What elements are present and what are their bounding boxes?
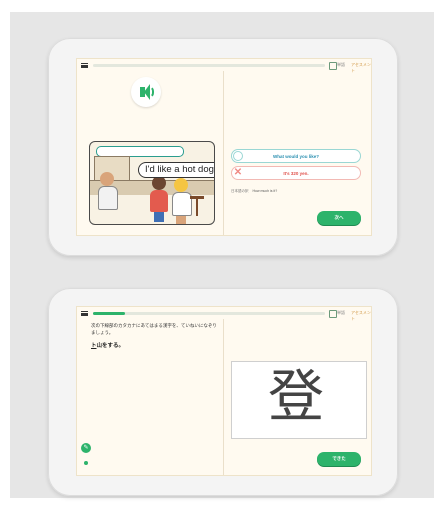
progress-bar bbox=[93, 312, 325, 315]
pencil-icon[interactable]: ✎ bbox=[81, 443, 91, 453]
color-dot-icon[interactable] bbox=[84, 461, 88, 465]
menu-icon[interactable] bbox=[81, 311, 88, 316]
pane-divider bbox=[223, 71, 224, 235]
sentence-rest: 山をする。 bbox=[96, 343, 125, 349]
translation-label: 日本語の訳 bbox=[231, 189, 249, 193]
option-wrong-label: It's 320 yen. bbox=[283, 171, 309, 176]
hint-label[interactable]: 単語 bbox=[337, 310, 345, 316]
scene-illustration: I'd like a hot dog. bbox=[89, 141, 215, 225]
hint-link[interactable]: アセスメント bbox=[351, 310, 371, 322]
tablet-kanji-lesson: 単語 アセスメント 次の下線部のカタカナにあてはまる漢字を、ていねいになぞりまし… bbox=[48, 288, 398, 496]
progress-bar bbox=[93, 64, 325, 67]
translation-text: How much is it? bbox=[252, 189, 278, 193]
hint-label[interactable]: 単語 bbox=[337, 62, 345, 68]
kanji-screen: 単語 アセスメント 次の下線部のカタカナにあてはまる漢字を、ていねいになぞりまし… bbox=[76, 306, 372, 476]
wrong-x-icon: ✕ bbox=[233, 167, 243, 178]
customer-boy-figure bbox=[150, 176, 168, 222]
question-text: 次の下線部のカタカナにあてはまる漢字を、ていねいになぞりましょう。 bbox=[91, 323, 217, 335]
option-wrong[interactable]: ✕ It's 320 yen. bbox=[231, 166, 361, 180]
correct-circle-icon bbox=[233, 151, 243, 161]
stool bbox=[190, 196, 204, 219]
speech-bubble: I'd like a hot dog. bbox=[138, 162, 214, 178]
speaker-icon bbox=[140, 84, 150, 100]
clerk-figure bbox=[98, 172, 118, 210]
top-bar: 単語 アセスメント bbox=[77, 59, 371, 74]
translation: 日本語の訳 How much is it? bbox=[231, 189, 277, 194]
menu-icon[interactable] bbox=[81, 63, 88, 68]
writing-canvas[interactable]: 登 bbox=[231, 361, 367, 439]
hint-icon[interactable] bbox=[329, 62, 337, 70]
hint-icon[interactable] bbox=[329, 310, 337, 318]
option-correct[interactable]: What would you like? bbox=[231, 149, 361, 163]
tablet-english-lesson: 単語 アセスメント I'd like a hot dog. What would… bbox=[48, 38, 398, 256]
target-sentence: ト山をする。 bbox=[91, 341, 124, 349]
traced-kanji: 登 bbox=[268, 365, 324, 430]
progress-fill bbox=[93, 312, 126, 315]
hint-link[interactable]: アセスメント bbox=[351, 62, 371, 74]
next-button[interactable]: 次へ bbox=[317, 211, 361, 225]
pane-divider bbox=[223, 319, 224, 475]
top-bar: 単語 アセスメント bbox=[77, 307, 371, 322]
lesson-screen: 単語 アセスメント I'd like a hot dog. What would… bbox=[76, 58, 372, 236]
background-stage: 単語 アセスメント I'd like a hot dog. What would… bbox=[10, 12, 434, 498]
done-button[interactable]: できた bbox=[317, 452, 361, 466]
sound-wave-icon bbox=[149, 86, 154, 98]
option-correct-label: What would you like? bbox=[273, 154, 319, 159]
speaker-button[interactable] bbox=[131, 77, 161, 107]
